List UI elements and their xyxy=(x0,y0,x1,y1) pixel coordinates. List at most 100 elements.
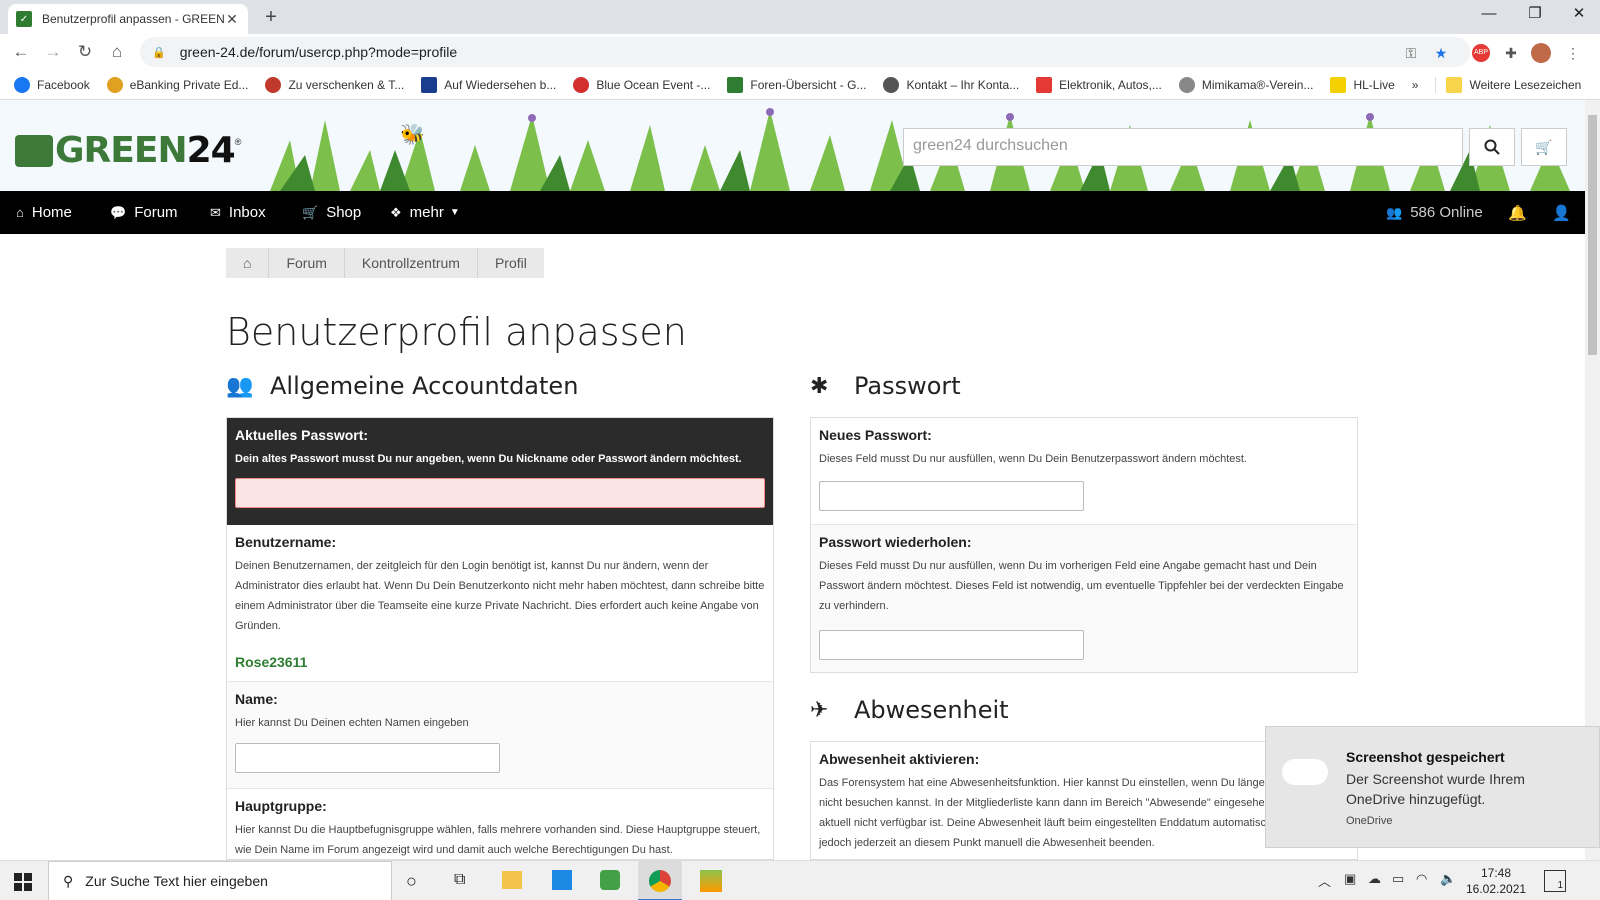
chrome-icon xyxy=(649,870,671,892)
minimize-button[interactable]: — xyxy=(1466,0,1512,30)
nav-forum[interactable]: 💬 Forum xyxy=(110,191,178,234)
notification-center-icon[interactable]: 1 xyxy=(1544,870,1566,892)
bee-icon: 🐝 xyxy=(400,124,425,146)
field-description: Dein altes Passwort musst Du nur angeben… xyxy=(235,453,742,465)
wifi-icon[interactable]: ◠ xyxy=(1416,871,1427,887)
user-menu-button[interactable]: 👤 xyxy=(1552,191,1571,234)
bookmark-item[interactable]: Mimikama®-Verein... xyxy=(1178,76,1313,93)
close-tab-icon[interactable]: ✕ xyxy=(224,11,240,28)
nav-more[interactable]: ❖ mehr ▼ xyxy=(390,191,460,234)
search-button[interactable] xyxy=(1469,128,1515,166)
bookmark-item[interactable]: Elektronik, Autos,... xyxy=(1036,76,1162,93)
breadcrumb-item[interactable]: Profil xyxy=(476,248,544,278)
onedrive-tray-icon[interactable]: ☁ xyxy=(1368,871,1381,887)
repeat-password-input[interactable] xyxy=(819,630,1084,660)
browser-tab[interactable]: ✓ Benutzerprofil anpassen - GREEN24 ✕ xyxy=(8,4,248,34)
more-bookmarks-button[interactable]: » xyxy=(1412,78,1419,92)
onedrive-toast[interactable]: Screenshot gespeichert Der Screenshot wu… xyxy=(1265,726,1600,848)
cortana-icon[interactable]: ○ xyxy=(406,871,417,892)
cart-icon: 🛒 xyxy=(302,204,319,220)
restore-button[interactable]: ❐ xyxy=(1512,0,1558,30)
chrome-taskbar-button[interactable] xyxy=(638,861,682,900)
new-password-input[interactable] xyxy=(819,481,1084,511)
username-value: Rose23611 xyxy=(235,654,308,670)
online-count[interactable]: 👥 586 Online xyxy=(1386,191,1483,234)
current-password-input[interactable] xyxy=(235,478,765,508)
home-icon: ⌂ xyxy=(243,255,252,271)
tray-chevron-icon[interactable]: ︿ xyxy=(1318,871,1331,890)
toast-source: OneDrive xyxy=(1346,815,1393,827)
bookmark-item[interactable]: HL-Live xyxy=(1330,76,1395,93)
bookmark-item[interactable]: eBanking Private Ed... xyxy=(106,76,248,93)
page-title: Benutzerprofil anpassen xyxy=(226,310,687,354)
clock[interactable]: 17:48 16.02.2021 xyxy=(1466,865,1526,897)
bookmark-item[interactable]: Facebook xyxy=(14,76,90,93)
breadcrumb-item[interactable]: Forum xyxy=(268,248,343,278)
other-bookmarks-folder[interactable]: Weitere Lesezeichen xyxy=(1435,76,1581,93)
users-icon: 👥 xyxy=(1386,204,1403,220)
home-button[interactable]: ⌂ xyxy=(104,40,130,66)
bookmark-item[interactable]: Zu verschenken & T... xyxy=(265,76,404,93)
name-input[interactable] xyxy=(235,743,500,773)
cart-icon: 🛒 xyxy=(1535,138,1553,155)
bluestacks-icon[interactable] xyxy=(700,870,722,892)
nav-shop[interactable]: 🛒 Shop xyxy=(302,191,361,234)
new-password-block: Neues Passwort: Dieses Feld musst Du nur… xyxy=(811,418,1357,525)
breadcrumb-item[interactable]: Kontrollzentrum xyxy=(343,248,477,278)
password-panel: Neues Passwort: Dieses Feld musst Du nur… xyxy=(810,417,1358,673)
store-icon[interactable] xyxy=(552,870,572,890)
user-icon: 👤 xyxy=(1552,204,1571,222)
tray-app-icon[interactable]: ▣ xyxy=(1344,871,1356,887)
back-button[interactable]: ← xyxy=(8,40,34,66)
bookmark-icon xyxy=(106,76,123,93)
browser-toolbar: ← → ↻ ⌂ 🔒 green-24.de/forum/usercp.php?m… xyxy=(0,34,1600,70)
envelope-icon: ✉ xyxy=(210,204,221,220)
profile-avatar[interactable] xyxy=(1530,42,1552,64)
section-title-account: 👥 Allgemeine Accountdaten xyxy=(226,372,579,400)
reload-button[interactable]: ↻ xyxy=(72,40,98,66)
notifications-button[interactable]: 🔔 xyxy=(1508,191,1527,234)
volume-icon[interactable]: 🔈 xyxy=(1440,871,1456,887)
field-label: Benutzername: xyxy=(235,534,337,550)
field-label: Passwort wiederholen: xyxy=(819,534,972,550)
cart-button[interactable]: 🛒 xyxy=(1521,128,1567,166)
asterisk-icon: ✱ xyxy=(810,373,829,399)
main-group-block: Hauptgruppe: Hier kannst Du die Hauptbef… xyxy=(227,789,773,859)
cloud-icon xyxy=(1282,759,1328,785)
taskbar-search[interactable]: ⚲ Zur Suche Text hier eingeben xyxy=(48,861,392,900)
nav-inbox[interactable]: ✉ Inbox xyxy=(210,191,266,234)
whatsapp-icon[interactable] xyxy=(600,870,620,890)
key-icon[interactable]: ⚿ xyxy=(1400,42,1422,64)
new-tab-button[interactable]: + xyxy=(258,5,284,31)
account-panel: Aktuelles Passwort: Dein altes Passwort … xyxy=(226,417,774,860)
bookmark-item[interactable]: Kontakt – Ihr Konta... xyxy=(883,76,1019,93)
task-view-icon[interactable]: ⧉ xyxy=(454,871,465,889)
windows-start-icon[interactable] xyxy=(14,873,32,891)
green24-logo[interactable]: GREEN24 ® xyxy=(15,130,241,171)
scrollbar-thumb[interactable] xyxy=(1588,115,1597,355)
extensions-icon[interactable]: ✚ xyxy=(1500,42,1522,64)
bookmark-item[interactable]: Auf Wiedersehen b... xyxy=(421,76,556,93)
field-label: Hauptgruppe: xyxy=(235,798,327,814)
site-search-input[interactable]: green24 durchsuchen xyxy=(903,128,1463,166)
bookmark-icon xyxy=(14,76,30,93)
address-bar[interactable]: 🔒 green-24.de/forum/usercp.php?mode=prof… xyxy=(140,37,1470,67)
adblock-icon[interactable]: ABP xyxy=(1470,42,1492,64)
repeat-password-block: Passwort wiederholen: Dieses Feld musst … xyxy=(811,525,1357,672)
menu-icon[interactable]: ⋮ xyxy=(1562,42,1584,64)
bookmark-item[interactable]: Blue Ocean Event -... xyxy=(573,76,710,93)
bookmark-item[interactable]: Foren-Übersicht - G... xyxy=(727,76,866,93)
current-password-block: Aktuelles Passwort: Dein altes Passwort … xyxy=(227,418,773,525)
nav-home[interactable]: ⌂ Home xyxy=(16,191,72,234)
field-description: Deinen Benutzernamen, der zeitgleich für… xyxy=(235,560,765,632)
breadcrumb-home[interactable]: ⌂ xyxy=(226,248,268,278)
bookmark-icon xyxy=(265,76,282,93)
forward-button[interactable]: → xyxy=(40,40,66,66)
close-window-button[interactable]: ✕ xyxy=(1556,0,1600,30)
battery-icon[interactable]: ▭ xyxy=(1392,871,1404,887)
home-icon: ⌂ xyxy=(16,205,24,220)
bookmark-icon xyxy=(421,76,438,93)
bookmark-star-icon[interactable]: ★ xyxy=(1430,42,1452,64)
file-explorer-icon[interactable] xyxy=(502,871,522,889)
bookmarks-bar: Facebook eBanking Private Ed... Zu versc… xyxy=(0,70,1600,100)
